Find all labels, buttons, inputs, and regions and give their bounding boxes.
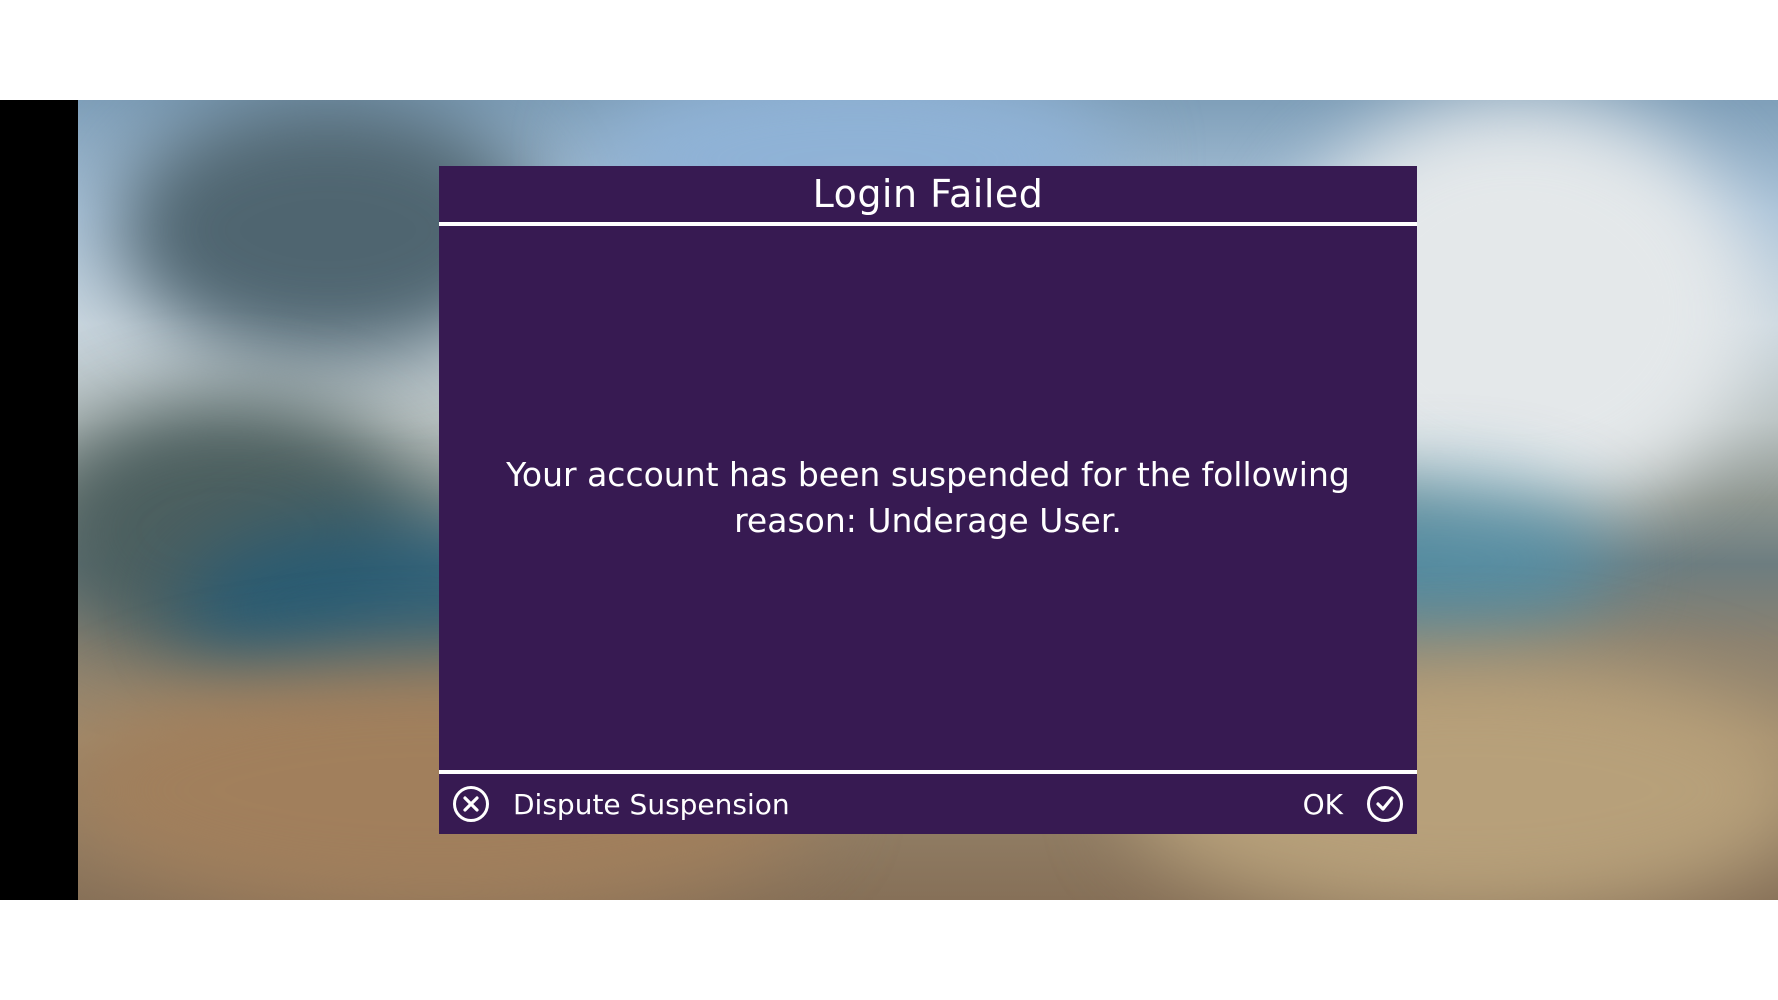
page: Login Failed Your account has been suspe… bbox=[0, 0, 1778, 1000]
x-circle-icon bbox=[453, 786, 489, 822]
ok-label: OK bbox=[1302, 787, 1343, 821]
ok-button[interactable]: OK bbox=[1303, 774, 1403, 834]
dispute-suspension-button[interactable]: Dispute Suspension bbox=[453, 774, 790, 834]
dialog-footer: Dispute Suspension OK bbox=[439, 774, 1417, 834]
suspension-message: Your account has been suspended for the … bbox=[506, 455, 1350, 540]
dispute-suspension-label: Dispute Suspension bbox=[513, 787, 790, 821]
letterbox-bar bbox=[0, 100, 78, 900]
login-failed-dialog: Login Failed Your account has been suspe… bbox=[439, 166, 1417, 834]
dialog-title: Login Failed bbox=[812, 172, 1044, 216]
check-circle-icon bbox=[1367, 786, 1403, 822]
